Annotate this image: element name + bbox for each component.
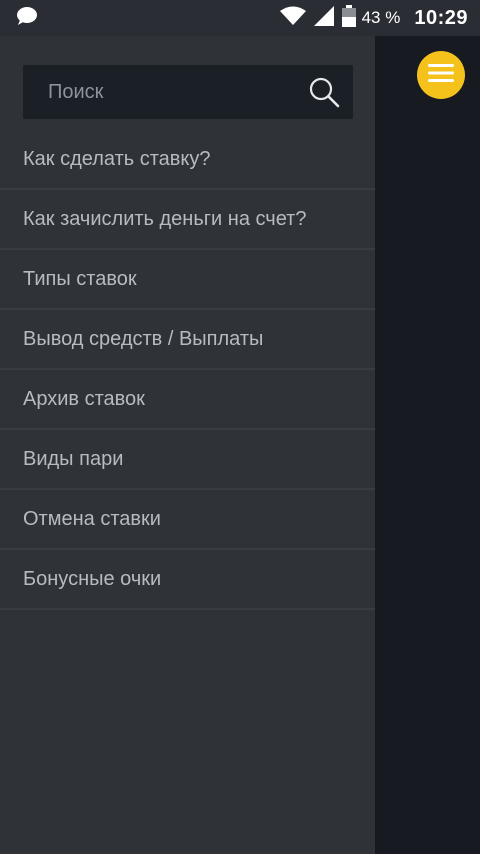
search-box[interactable]: Поиск — [23, 65, 353, 119]
menu-item-deposit[interactable]: Как зачислить деньги на счет? — [0, 190, 375, 250]
search-icon[interactable] — [307, 75, 341, 109]
menu-item-label: Как сделать ставку? — [23, 147, 211, 170]
wifi-icon — [279, 6, 306, 31]
status-bar-left — [16, 6, 272, 31]
hamburger-menu-icon — [428, 63, 454, 88]
status-bar: 43 % 10:29 — [0, 0, 480, 36]
help-menu-list: Как сделать ставку? Как зачислить деньги… — [0, 130, 375, 610]
menu-item-bonus-points[interactable]: Бонусные очки — [0, 550, 375, 610]
battery-icon — [341, 4, 356, 32]
menu-item-label: Бонусные очки — [23, 567, 162, 590]
menu-item-label: Типы ставок — [23, 267, 137, 290]
menu-item-label: Как зачислить деньги на счет? — [23, 207, 307, 230]
menu-item-bet-kinds[interactable]: Виды пари — [0, 430, 375, 490]
signal-icon — [313, 5, 334, 31]
menu-button[interactable] — [417, 51, 465, 99]
menu-item-bet-types[interactable]: Типы ставок — [0, 250, 375, 310]
menu-item-label: Вывод средств / Выплаты — [23, 327, 264, 350]
status-bar-right: 43 % 10:29 — [272, 4, 468, 32]
content-area — [375, 36, 480, 854]
search-input[interactable]: Поиск — [48, 81, 307, 104]
clock: 10:29 — [414, 6, 468, 29]
menu-item-label: Архив ставок — [23, 387, 145, 410]
menu-item-label: Отмена ставки — [23, 507, 161, 530]
menu-item-cancel-bet[interactable]: Отмена ставки — [0, 490, 375, 550]
menu-item-how-to-bet[interactable]: Как сделать ставку? — [0, 130, 375, 190]
menu-item-label: Виды пари — [23, 447, 124, 470]
menu-item-withdrawals[interactable]: Вывод средств / Выплаты — [0, 310, 375, 370]
navigation-drawer: Поиск Как сделать ставку? Как зачислить … — [0, 36, 375, 854]
message-icon — [16, 6, 38, 31]
menu-item-bet-archive[interactable]: Архив ставок — [0, 370, 375, 430]
battery-percent: 43 % — [361, 8, 401, 27]
